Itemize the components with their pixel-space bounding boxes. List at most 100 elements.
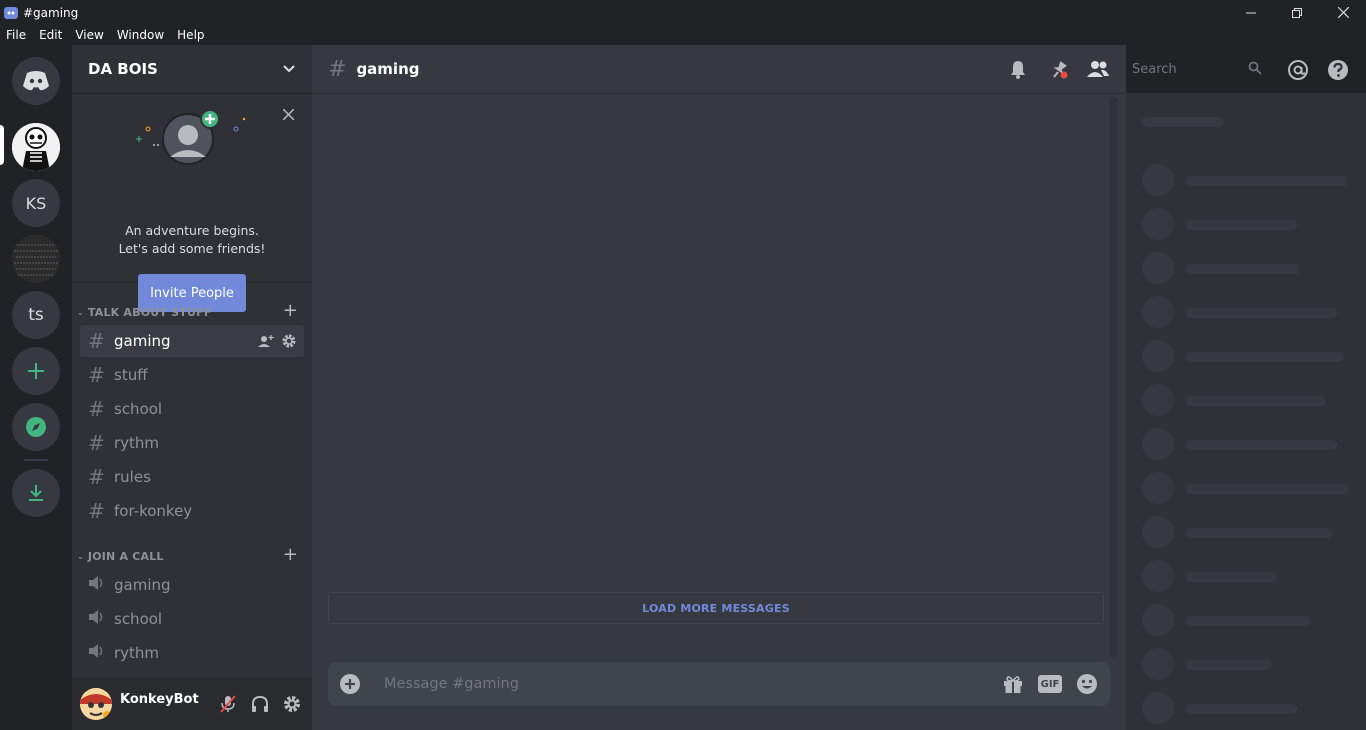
member-skeleton-header bbox=[1142, 117, 1224, 127]
guild-header[interactable]: DA BOIS bbox=[72, 45, 312, 93]
member-skeleton-row bbox=[1142, 516, 1362, 548]
chevron-down-icon: ⌄ bbox=[77, 307, 84, 317]
create-voice-channel-button[interactable]: + bbox=[283, 544, 298, 565]
channel-for-konkey[interactable]: # for-konkey bbox=[80, 495, 304, 527]
rail-separator bbox=[24, 459, 48, 461]
channel-school[interactable]: # school bbox=[80, 393, 304, 425]
members-icon[interactable] bbox=[1086, 59, 1110, 79]
gif-button[interactable]: GIF bbox=[1038, 675, 1062, 693]
close-icon bbox=[282, 108, 295, 121]
window-title: #gaming bbox=[23, 5, 79, 20]
channel-label: rythm bbox=[114, 644, 160, 662]
minimize-button[interactable] bbox=[1228, 0, 1274, 25]
load-more-messages-button[interactable]: LOAD MORE MESSAGES bbox=[328, 592, 1104, 624]
username: KonkeyBot bbox=[120, 691, 199, 707]
home-button[interactable] bbox=[12, 57, 60, 105]
member-skeleton-row bbox=[1142, 560, 1362, 592]
gift-icon[interactable] bbox=[1002, 673, 1024, 695]
voice-channel-school[interactable]: school bbox=[80, 603, 304, 635]
compass-icon bbox=[26, 417, 46, 437]
mute-button[interactable] bbox=[216, 692, 240, 716]
create-invite-icon[interactable] bbox=[258, 334, 274, 348]
message-input[interactable]: Message #gaming bbox=[384, 676, 1002, 692]
menu-file[interactable]: File bbox=[0, 28, 33, 42]
download-apps-button[interactable] bbox=[12, 469, 60, 517]
channel-rythm[interactable]: # rythm bbox=[80, 427, 304, 459]
category-talk-about-stuff[interactable]: ⌄ TALK ABOUT STUFF + bbox=[76, 300, 308, 321]
speaker-icon bbox=[89, 610, 103, 624]
skeleton-avatar-icon bbox=[12, 123, 60, 171]
member-skeleton-row bbox=[1142, 384, 1362, 416]
user-avatar-icon bbox=[80, 688, 112, 720]
server-image-icon bbox=[12, 235, 60, 283]
menu-edit[interactable]: Edit bbox=[33, 28, 69, 42]
download-icon bbox=[29, 485, 43, 501]
member-skeleton-row bbox=[1142, 252, 1362, 284]
channel-label: gaming bbox=[114, 576, 171, 594]
member-skeleton-row bbox=[1142, 208, 1362, 240]
server-rail: KS ts bbox=[0, 45, 72, 730]
maximize-button[interactable] bbox=[1274, 0, 1320, 25]
channel-rules[interactable]: # rules bbox=[80, 461, 304, 493]
user-panel: KonkeyBot bbox=[72, 678, 312, 730]
menu-help[interactable]: Help bbox=[171, 28, 211, 42]
add-server-button[interactable] bbox=[12, 347, 60, 395]
help-icon[interactable] bbox=[1327, 59, 1349, 81]
server-image[interactable] bbox=[12, 235, 60, 283]
create-channel-button[interactable]: + bbox=[283, 300, 298, 321]
member-skeleton-row bbox=[1142, 164, 1362, 196]
member-skeleton-row bbox=[1142, 428, 1362, 460]
server-ks[interactable]: KS bbox=[12, 179, 60, 227]
pin-icon[interactable] bbox=[1048, 59, 1070, 81]
search-input[interactable]: Search bbox=[1126, 57, 1270, 81]
search-placeholder: Search bbox=[1132, 61, 1177, 77]
speaker-icon bbox=[89, 576, 103, 590]
chat-scrollbar[interactable] bbox=[1110, 97, 1118, 657]
user-settings-button[interactable] bbox=[280, 692, 304, 716]
invite-line-2: Let's add some friends! bbox=[118, 241, 266, 256]
mentions-icon[interactable] bbox=[1287, 59, 1309, 81]
server-da-bois[interactable] bbox=[12, 123, 60, 171]
explore-servers-button[interactable] bbox=[12, 403, 60, 451]
hash-icon: # bbox=[88, 363, 105, 387]
channel-label: stuff bbox=[114, 366, 148, 384]
channel-label: for-konkey bbox=[114, 502, 193, 520]
chat-area: # gaming LOAD MORE MESSAGES Message #gam… bbox=[312, 45, 1126, 730]
server-ts[interactable]: ts bbox=[12, 291, 60, 339]
deafen-button[interactable] bbox=[248, 692, 272, 716]
plus-circle-icon bbox=[340, 674, 360, 694]
menu-bar: File Edit View Window Help bbox=[0, 25, 1366, 45]
gear-icon bbox=[284, 696, 300, 712]
channel-label: gaming bbox=[114, 332, 171, 350]
hash-icon: # bbox=[88, 431, 105, 455]
channel-stuff[interactable]: # stuff bbox=[80, 359, 304, 391]
member-list bbox=[1126, 93, 1366, 730]
member-skeleton-row bbox=[1142, 604, 1362, 636]
gear-icon[interactable] bbox=[282, 334, 296, 348]
hash-icon: # bbox=[88, 397, 105, 421]
selected-server-indicator bbox=[0, 125, 4, 165]
add-friend-illustration-icon bbox=[136, 109, 246, 165]
speaker-icon bbox=[89, 644, 103, 658]
upload-button[interactable] bbox=[328, 673, 372, 695]
voice-channel-gaming[interactable]: gaming bbox=[80, 569, 304, 601]
hash-icon: # bbox=[88, 465, 105, 489]
menu-view[interactable]: View bbox=[69, 28, 110, 42]
header-toolbar: Search bbox=[1000, 45, 1366, 93]
close-icon bbox=[1337, 7, 1349, 18]
category-join-a-call[interactable]: ⌄ JOIN A CALL + bbox=[76, 544, 308, 565]
message-composer[interactable]: Message #gaming GIF bbox=[328, 662, 1110, 706]
bell-icon[interactable] bbox=[1008, 59, 1028, 79]
close-window-button[interactable] bbox=[1320, 0, 1366, 25]
menu-window[interactable]: Window bbox=[111, 28, 171, 42]
hash-icon: # bbox=[88, 329, 105, 353]
title-bar: #gaming bbox=[0, 0, 1366, 25]
avatar[interactable] bbox=[80, 688, 112, 720]
search-icon bbox=[1248, 61, 1262, 75]
discord-logo-icon bbox=[23, 71, 49, 91]
channel-sidebar: DA BOIS An adventure begins. Let's add s… bbox=[72, 45, 312, 730]
emoji-icon[interactable] bbox=[1076, 673, 1098, 695]
channel-gaming[interactable]: # gaming bbox=[80, 325, 304, 357]
voice-channel-rythm[interactable]: rythm bbox=[80, 637, 304, 669]
close-invite-card-button[interactable] bbox=[282, 105, 295, 124]
